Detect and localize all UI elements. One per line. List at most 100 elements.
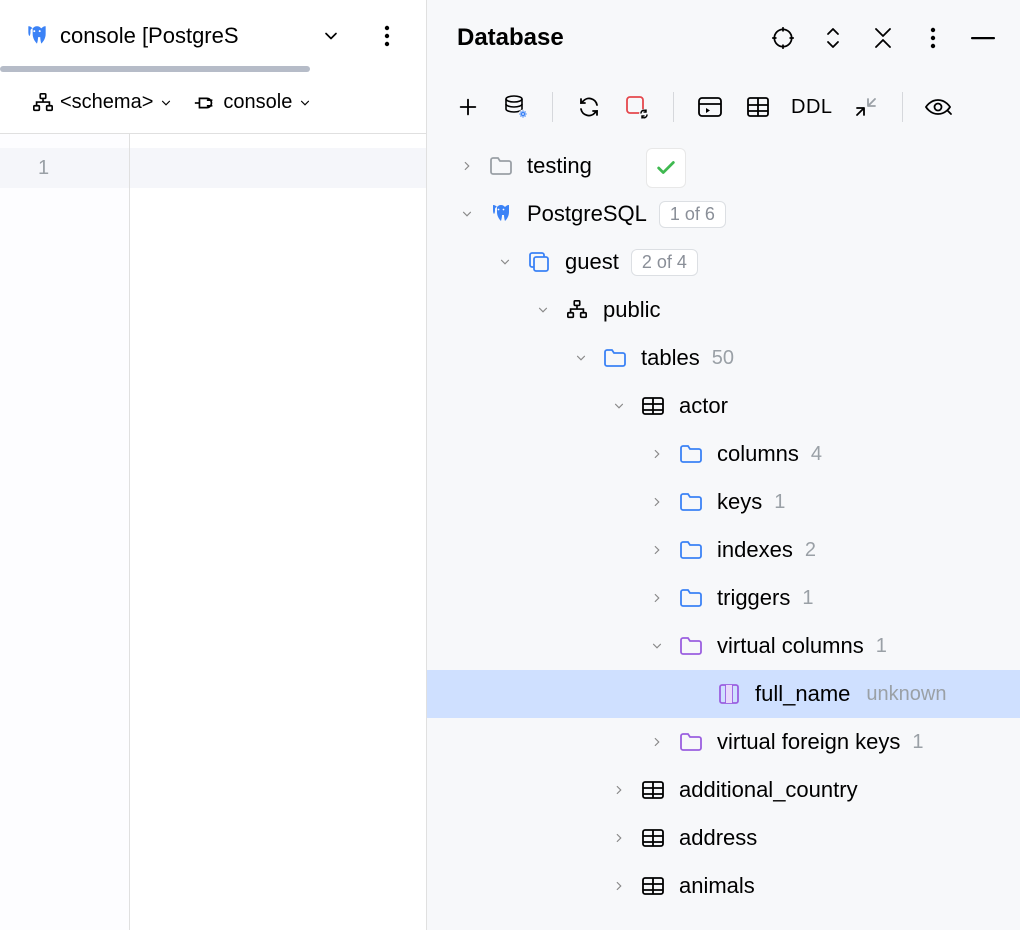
editor-tab[interactable]: console [PostgreS — [24, 23, 239, 49]
chevron-down-icon — [298, 96, 312, 110]
tree-node-keys[interactable]: keys 1 — [427, 478, 1020, 526]
count-badge: 1 of 6 — [659, 201, 726, 228]
tree-count: 4 — [811, 443, 822, 466]
chevron-right-icon[interactable] — [601, 831, 637, 845]
view-options-eye-icon[interactable] — [924, 92, 954, 122]
tree-node-testing[interactable]: testing — [427, 142, 1020, 190]
tree-node-label: indexes — [717, 537, 793, 563]
db-header-kebab-icon[interactable] — [918, 23, 948, 53]
editor-tab-title: console [PostgreS — [60, 23, 239, 49]
tree-node-label: virtual foreign keys — [717, 729, 900, 755]
minimize-icon[interactable] — [968, 23, 998, 53]
tree-node-public[interactable]: public — [427, 286, 1020, 334]
chevron-down-icon[interactable] — [639, 639, 675, 653]
chevron-right-icon[interactable] — [639, 735, 675, 749]
target-icon[interactable] — [768, 23, 798, 53]
editor-active-line — [130, 148, 426, 188]
database-tree[interactable]: testing PostgreSQL 1 of 6 guest 2 of 4 p… — [427, 138, 1020, 930]
tree-count: 1 — [802, 587, 813, 610]
refresh-icon[interactable] — [574, 92, 604, 122]
tree-node-virtual-columns[interactable]: virtual columns 1 — [427, 622, 1020, 670]
tree-node-label: full_name — [755, 681, 850, 707]
editor-tabs-bar: console [PostgreS — [0, 0, 426, 72]
tree-count: 1 — [774, 491, 785, 514]
jump-to-console-icon[interactable] — [695, 92, 725, 122]
schema-tree-icon — [561, 299, 593, 321]
tree-node-label: address — [679, 825, 757, 851]
session-selector[interactable]: console — [193, 91, 312, 114]
tree-node-label: columns — [717, 441, 799, 467]
folder-blue-icon — [675, 588, 707, 608]
tree-node-indexes[interactable]: indexes 2 — [427, 526, 1020, 574]
count-badge: 2 of 4 — [631, 249, 698, 276]
folder-blue-icon — [599, 348, 631, 368]
tree-node-actor[interactable]: actor — [427, 382, 1020, 430]
checkmark-icon — [655, 157, 677, 179]
tab-kebab-menu-icon[interactable] — [372, 21, 402, 51]
tree-node-address[interactable]: address — [427, 814, 1020, 862]
tree-count: 2 — [805, 539, 816, 562]
postgres-elephant-icon — [24, 23, 50, 49]
tree-node-label: actor — [679, 393, 728, 419]
stop-refresh-icon[interactable] — [622, 92, 652, 122]
tree-node-animals[interactable]: animals — [427, 862, 1020, 910]
tree-node-label: tables — [641, 345, 700, 371]
tree-node-columns[interactable]: columns 4 — [427, 430, 1020, 478]
ddl-button[interactable]: DDL — [791, 96, 833, 119]
chevron-down-icon — [159, 96, 173, 110]
chevron-down-icon[interactable] — [487, 255, 523, 269]
column-type-label: unknown — [866, 683, 946, 706]
expand-collapse-icon[interactable] — [818, 23, 848, 53]
tree-node-label: guest — [565, 249, 619, 275]
tab-underline — [0, 66, 310, 72]
table-icon — [637, 396, 669, 416]
tree-node-additional-country[interactable]: additional_country — [427, 766, 1020, 814]
analysis-ok-badge[interactable] — [646, 148, 686, 188]
toolbar-separator — [902, 92, 903, 122]
editor-gutter: 1 — [0, 134, 130, 930]
tree-node-tables[interactable]: tables 50 — [427, 334, 1020, 382]
chevron-down-icon[interactable] — [449, 207, 485, 221]
tree-node-label: testing — [527, 153, 592, 179]
chevron-right-icon[interactable] — [639, 591, 675, 605]
tree-node-label: virtual columns — [717, 633, 864, 659]
chevron-right-icon[interactable] — [639, 495, 675, 509]
tree-node-label: PostgreSQL — [527, 201, 647, 227]
database-square-icon — [523, 251, 555, 273]
chevron-right-icon[interactable] — [601, 879, 637, 893]
chevron-right-icon[interactable] — [639, 543, 675, 557]
collapse-x-icon[interactable] — [868, 23, 898, 53]
schema-selector-label: <schema> — [60, 91, 153, 114]
tree-node-postgresql[interactable]: PostgreSQL 1 of 6 — [427, 190, 1020, 238]
editor-body[interactable] — [130, 134, 426, 930]
folder-gray-icon — [485, 156, 517, 176]
schema-selector[interactable]: <schema> — [32, 91, 173, 114]
session-selector-label: console — [223, 91, 292, 114]
chevron-right-icon[interactable] — [601, 783, 637, 797]
chevron-right-icon[interactable] — [449, 159, 485, 173]
folder-purple-icon — [675, 636, 707, 656]
column-purple-icon — [713, 683, 745, 705]
table-grid-icon[interactable] — [743, 92, 773, 122]
folder-purple-icon — [675, 732, 707, 752]
tree-node-guest[interactable]: guest 2 of 4 — [427, 238, 1020, 286]
tab-dropdown-chevron-icon[interactable] — [316, 21, 346, 51]
code-editor[interactable]: 1 — [0, 134, 426, 930]
folder-blue-icon — [675, 492, 707, 512]
database-toolbar: DDL — [427, 76, 1020, 138]
tree-node-full-name[interactable]: full_name unknown — [427, 670, 1020, 718]
chevron-down-icon[interactable] — [525, 303, 561, 317]
tree-count: 1 — [876, 635, 887, 658]
collapse-tree-icon[interactable] — [851, 92, 881, 122]
chevron-down-icon[interactable] — [563, 351, 599, 365]
editor-toolbar: <schema> console — [0, 72, 426, 134]
table-icon — [637, 780, 669, 800]
chevron-down-icon[interactable] — [601, 399, 637, 413]
add-plus-icon[interactable] — [453, 92, 483, 122]
datasource-settings-icon[interactable] — [501, 92, 531, 122]
tree-node-triggers[interactable]: triggers 1 — [427, 574, 1020, 622]
tree-node-label: public — [603, 297, 660, 323]
folder-blue-icon — [675, 540, 707, 560]
chevron-right-icon[interactable] — [639, 447, 675, 461]
tree-node-virtual-foreign-keys[interactable]: virtual foreign keys 1 — [427, 718, 1020, 766]
